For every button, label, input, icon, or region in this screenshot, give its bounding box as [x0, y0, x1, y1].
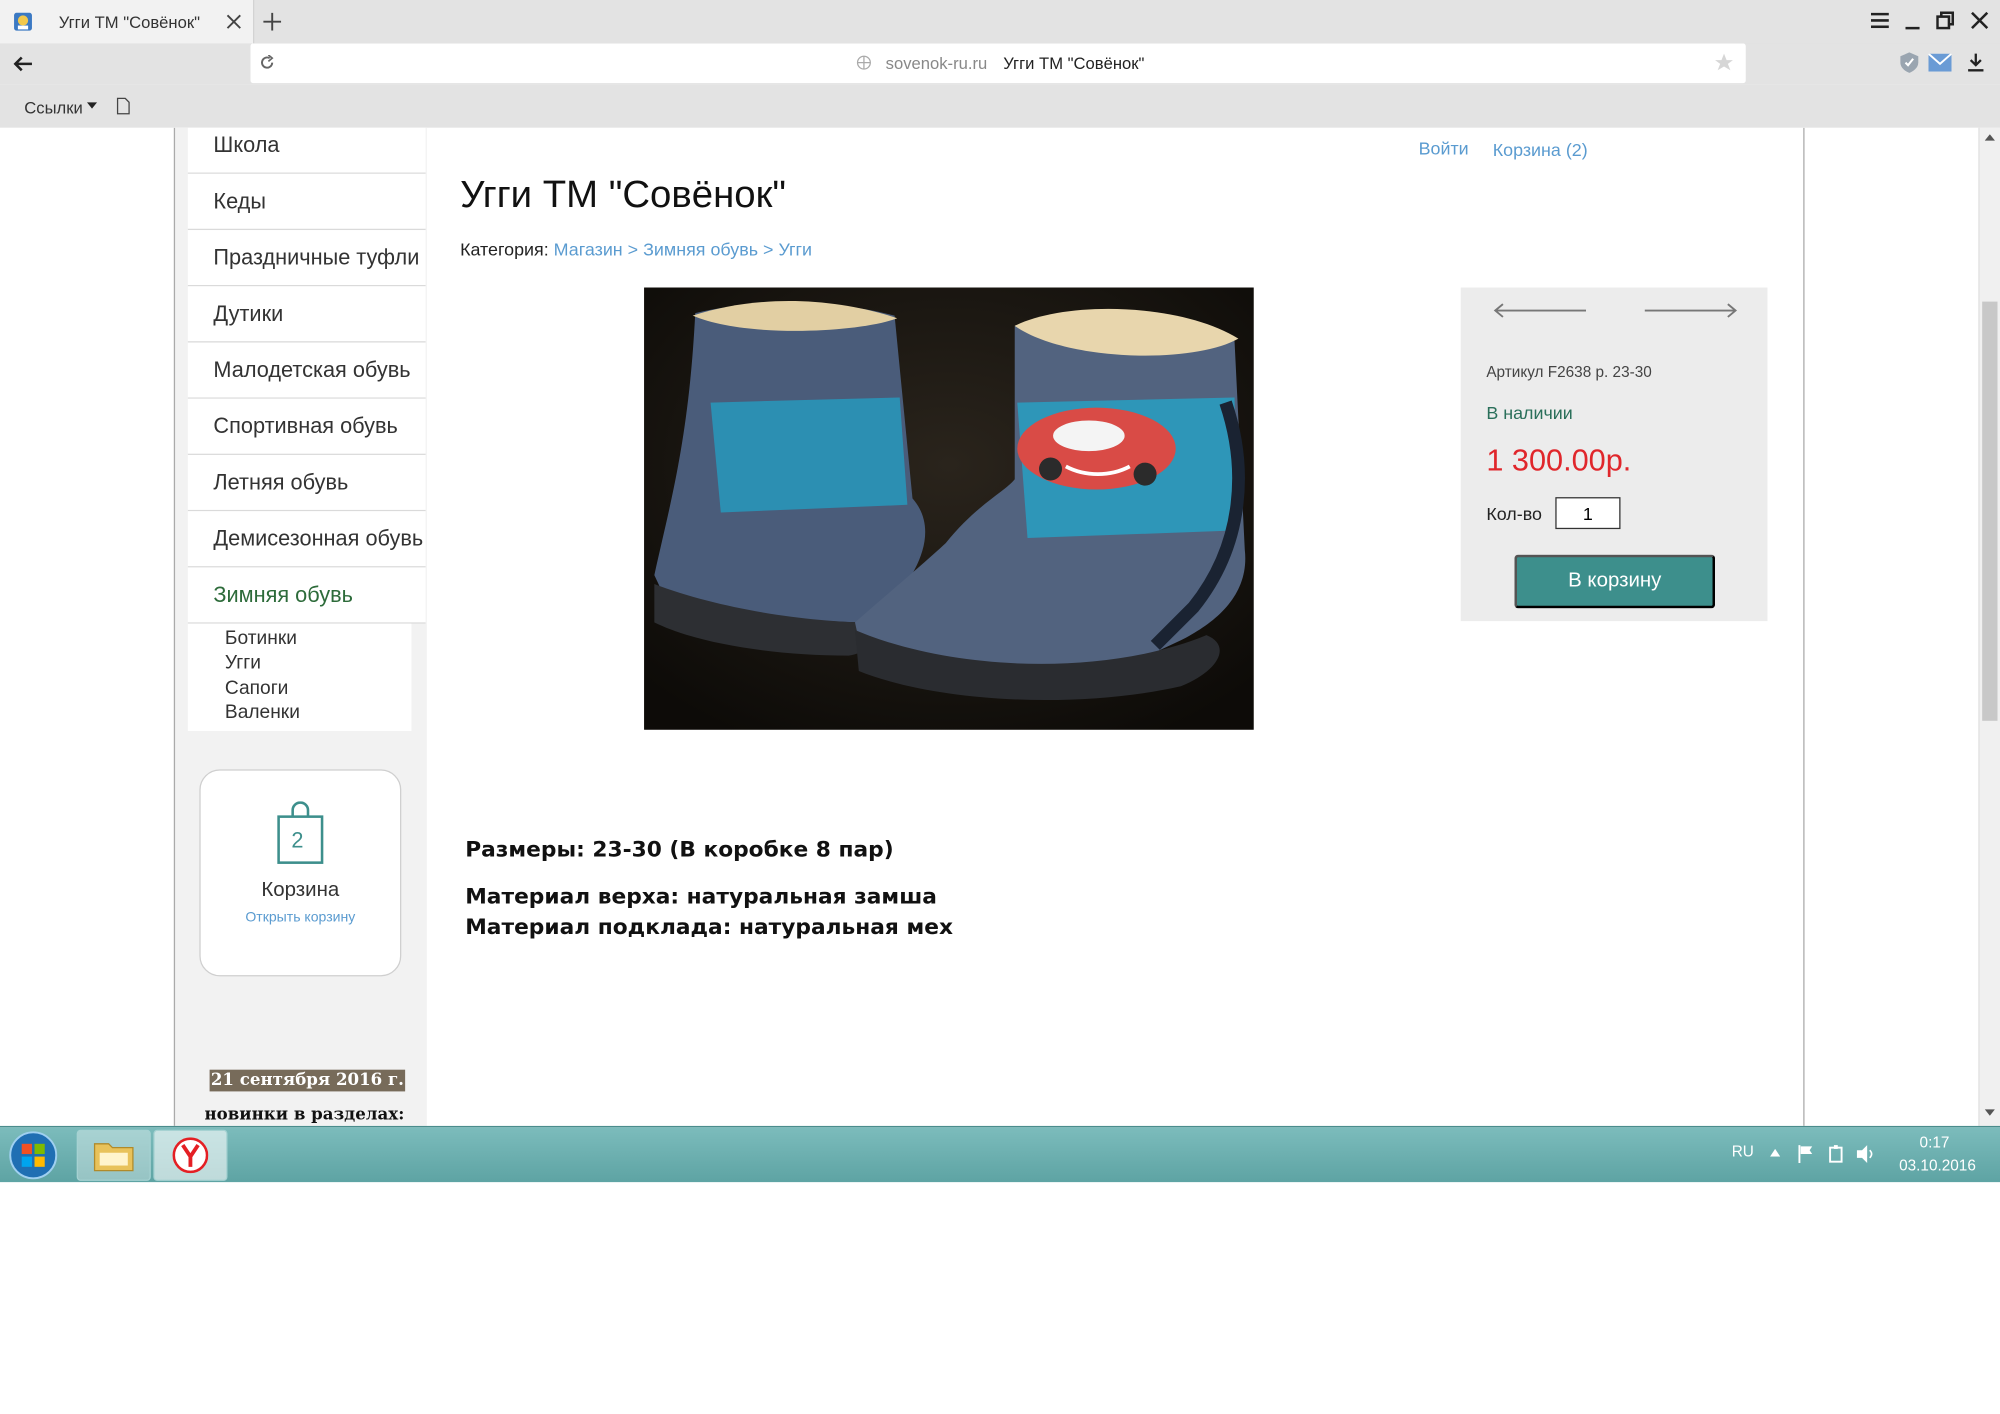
cart-widget[interactable]: 2 Корзина Открыть корзину [199, 769, 402, 977]
product-image[interactable] [644, 287, 1254, 730]
bookmarks-folder[interactable]: Ссылки [24, 98, 83, 117]
subitem-boots[interactable]: Ботинки [225, 627, 297, 649]
language-indicator[interactable]: RU [1732, 1143, 1754, 1161]
mail-icon[interactable] [1928, 53, 1952, 72]
taskbar-yandex-browser[interactable] [153, 1129, 228, 1181]
open-cart-link[interactable]: Открыть корзину [201, 910, 400, 925]
sku: Артикул F2638 р. 23-30 [1486, 362, 1652, 381]
tray-expand-icon[interactable] [1770, 1148, 1781, 1157]
sidebar: Школа Кеды Праздничные туфли Дутики Мало… [173, 127, 427, 1126]
new-tab-icon[interactable] [263, 12, 282, 31]
sidebar-item-label: Спортивная обувь [213, 414, 398, 439]
flag-icon[interactable] [1797, 1144, 1815, 1164]
clock-date[interactable]: 03.10.2016 [1899, 1157, 1976, 1175]
bookmark-star-icon[interactable] [1715, 53, 1733, 72]
breadcrumb-uggs[interactable]: Угги [778, 239, 812, 259]
arrow-left-icon[interactable] [1493, 303, 1588, 318]
breadcrumb-shop[interactable]: Магазин [554, 239, 623, 259]
add-to-cart-button[interactable]: В корзину [1514, 554, 1716, 609]
sidebar-item-festive-shoes[interactable]: Праздничные туфли [187, 230, 426, 287]
download-icon[interactable] [1967, 52, 1985, 72]
sidebar-item-label: Летняя обувь [213, 470, 349, 495]
close-icon[interactable] [226, 14, 241, 29]
browser-window: Угги ТМ "Совёнок" sovenok-ru.ru Угги ТМ … [0, 0, 2000, 1183]
sidebar-item-label: Зимняя обувь [213, 582, 353, 608]
reload-icon[interactable] [259, 54, 274, 70]
news-date: 21 сентября 2016 г. [209, 1069, 406, 1092]
window-close-icon[interactable] [1971, 11, 1989, 30]
page-scrollbar[interactable] [1978, 127, 2000, 1126]
scroll-up-icon[interactable] [1984, 134, 1995, 142]
sidebar-item-label: Праздничные туфли [213, 245, 420, 270]
folder-icon [93, 1143, 134, 1172]
purchase-panel: Артикул F2638 р. 23-30 В наличии 1 300.0… [1460, 287, 1768, 622]
sidebar-item-sport-shoes[interactable]: Спортивная обувь [187, 398, 426, 455]
site-favicon-icon [14, 12, 32, 31]
sidebar-item-toddler-shoes[interactable]: Малодетская обувь [187, 342, 426, 399]
address-bar[interactable]: sovenok-ru.ru Угги ТМ "Совёнок" [250, 43, 1746, 84]
availability-status: В наличии [1486, 402, 1573, 424]
tab-title: Угги ТМ "Совёнок" [58, 12, 201, 32]
breadcrumb-separator: > [763, 238, 774, 260]
breadcrumb-winter-shoes[interactable]: Зимняя обувь [643, 239, 758, 259]
sidebar-item-summer-shoes[interactable]: Летняя обувь [187, 454, 426, 512]
start-button-icon[interactable] [8, 1130, 59, 1181]
volume-icon[interactable] [1856, 1144, 1876, 1164]
url-page-title: Угги ТМ "Совёнок" [1003, 53, 1145, 73]
breadcrumb: Категория: Магазин > Зимняя обувь > Угги [460, 239, 812, 259]
yandex-browser-icon [172, 1137, 209, 1174]
sidebar-item-winter-shoes[interactable]: Зимняя обувь [187, 567, 426, 624]
globe-icon [856, 55, 871, 70]
network-icon[interactable] [1828, 1144, 1846, 1164]
sidebar-item-sneakers[interactable]: Кеды [187, 173, 426, 231]
subitem-uggs[interactable]: Угги [225, 652, 261, 674]
news-text: новинки в разделах: [204, 1105, 405, 1125]
arrow-right-icon[interactable] [1644, 303, 1739, 318]
header-cart-link[interactable]: Корзина (2) [1493, 139, 1588, 159]
restore-icon[interactable] [1936, 11, 1955, 30]
sidebar-item-school[interactable]: Школа [187, 127, 426, 174]
content-border [1803, 127, 1805, 1126]
submenu: Ботинки Угги Сапоги Валенки [187, 623, 412, 732]
cart-count: 2 [291, 828, 304, 853]
sidebar-item-dutiki[interactable]: Дутики [187, 286, 426, 343]
category-label: Категория: [460, 238, 549, 260]
taskbar: RU 0:17 03.10.2016 [0, 1125, 2000, 1183]
chevron-down-icon[interactable] [86, 102, 98, 110]
subitem-high-boots[interactable]: Сапоги [225, 677, 288, 699]
sizes-text: Размеры: 23-30 (В коробке 8 пар) [465, 837, 894, 863]
sidebar-item-label: Демисезонная обувь [213, 526, 424, 551]
clock-time[interactable]: 0:17 [1920, 1134, 1950, 1152]
scroll-thumb[interactable] [1982, 301, 1998, 721]
screen: Угги ТМ "Совёнок" sovenok-ru.ru Угги ТМ … [0, 0, 2000, 1183]
material-top-text: Материал верха: натуральная замша [465, 884, 937, 910]
minimize-icon[interactable] [1904, 15, 1922, 30]
ugg-boots-illustration [644, 287, 1254, 730]
web-page: Школа Кеды Праздничные туфли Дутики Мало… [0, 127, 1979, 1126]
material-lining-text: Материал подклада: натуральная мех [465, 915, 953, 941]
tab-active[interactable]: Угги ТМ "Совёнок" [0, 0, 255, 44]
bookmarks-bar: Ссылки [0, 84, 2000, 128]
quantity-input[interactable] [1555, 497, 1621, 530]
sidebar-item-label: Дутики [213, 301, 284, 326]
url-domain: sovenok-ru.ru [885, 53, 988, 73]
breadcrumb-separator: > [627, 238, 639, 260]
sidebar-item-label: Кеды [213, 189, 266, 214]
subitem-valenki[interactable]: Валенки [225, 702, 300, 724]
sidebar-item-label: Малодетская обувь [213, 357, 411, 383]
taskbar-explorer[interactable] [76, 1129, 151, 1181]
page-title: Угги ТМ "Совёнок" [460, 173, 786, 216]
price: 1 300.00р. [1486, 443, 1632, 478]
sidebar-item-demiseason-shoes[interactable]: Демисезонная обувь [187, 511, 426, 568]
cart-widget-title: Корзина [261, 879, 340, 901]
tab-bar: Угги ТМ "Совёнок" [0, 0, 2000, 45]
login-link[interactable]: Войти [1419, 138, 1469, 158]
sidebar-item-label: Школа [213, 132, 280, 158]
quantity-label: Кол-во [1486, 503, 1542, 524]
page-icon[interactable] [116, 97, 130, 115]
menu-icon[interactable] [1870, 12, 1889, 29]
scroll-down-icon[interactable] [1984, 1109, 1995, 1117]
shield-icon[interactable] [1899, 51, 1919, 74]
back-arrow-icon[interactable] [13, 55, 33, 73]
